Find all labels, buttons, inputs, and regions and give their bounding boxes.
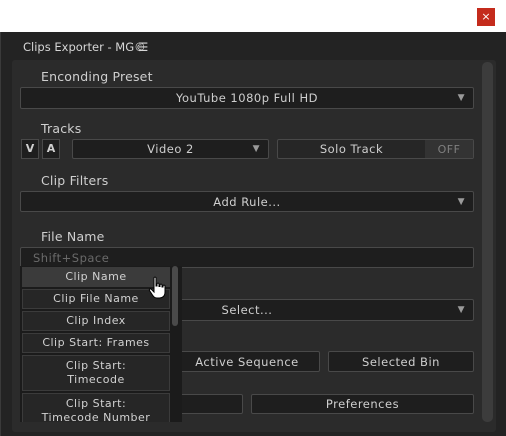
dropdown-item-label: Clip Start: Timecode Number (41, 397, 151, 422)
chevron-down-icon: ▼ (457, 305, 465, 315)
preferences-button[interactable]: Preferences (251, 394, 474, 414)
add-rule-label: Add Rule... (213, 194, 281, 209)
file-name-input[interactable]: Shift+Space (20, 247, 474, 268)
dropdown-item-label: Clip Index (66, 314, 126, 327)
selected-bin-label: Selected Bin (362, 354, 440, 369)
dropdown-item-label: Clip Start: Timecode (65, 359, 127, 386)
preferences-label: Preferences (325, 397, 400, 411)
dropdown-scrollbar-thumb[interactable] (172, 266, 178, 326)
solo-track-toggle[interactable]: Solo Track OFF (277, 139, 474, 159)
hamburger-menu-icon[interactable]: ☰ (138, 40, 148, 54)
selected-bin-button[interactable]: Selected Bin (328, 351, 474, 372)
chevron-down-icon: ▼ (457, 93, 465, 103)
dropdown-item[interactable]: Clip Start: Frames (22, 333, 170, 353)
track-select[interactable]: Video 2 ▼ (72, 139, 269, 159)
active-sequence-label: Active Sequence (195, 354, 299, 369)
close-button[interactable]: × (477, 8, 495, 26)
video-toggle-button[interactable]: V (21, 139, 39, 159)
solo-track-state: OFF (425, 140, 473, 158)
active-sequence-button[interactable]: Active Sequence (174, 351, 320, 372)
chevron-down-icon: ▼ (252, 144, 260, 154)
file-name-placeholder: Shift+Space (33, 250, 110, 265)
title-bar: × (0, 0, 506, 32)
encoding-preset-value: YouTube 1080p Full HD (176, 91, 318, 105)
audio-toggle-button[interactable]: A (42, 139, 60, 159)
track-select-value: Video 2 (147, 142, 194, 156)
encoding-preset-select[interactable]: YouTube 1080p Full HD ▼ (20, 87, 474, 109)
dropdown-item-label: Clip Start: Frames (42, 336, 150, 349)
dropdown-item[interactable]: Clip Index (22, 311, 170, 331)
hand-pointer-cursor-icon (148, 276, 166, 299)
tracks-label: Tracks (41, 121, 82, 136)
dropdown-item[interactable]: Clip Start: Timecode Number (22, 393, 170, 422)
file-name-label: File Name (41, 229, 105, 244)
add-rule-select[interactable]: Add Rule... ▼ (20, 191, 474, 212)
encoding-preset-label: Enconding Preset (41, 69, 153, 84)
dropdown-item[interactable]: Clip Start: Timecode (22, 355, 170, 391)
panel-scrollbar[interactable] (482, 62, 493, 422)
panel-title: Clips Exporter - MG© (23, 40, 146, 54)
solo-track-label: Solo Track (319, 142, 384, 156)
clip-filters-label: Clip Filters (41, 173, 109, 188)
chevron-down-icon: ▼ (457, 196, 465, 207)
